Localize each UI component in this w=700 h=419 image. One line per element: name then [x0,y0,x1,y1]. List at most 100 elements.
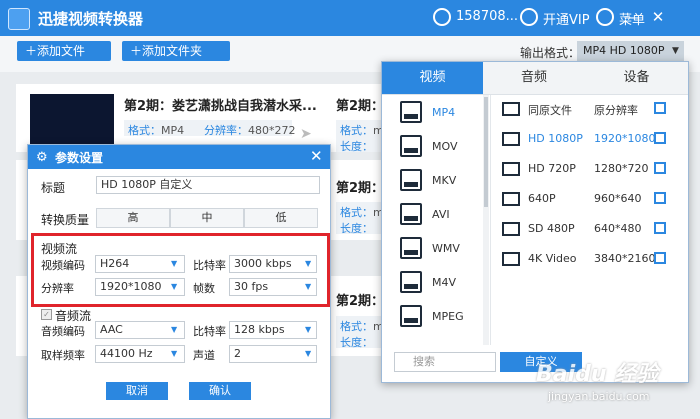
title-input[interactable]: HD 1080P 自定义 [96,176,320,194]
format-popup: 视频 音频 设备 MP4 MOV MKV AVI WMV M4V MPEG 同原… [381,61,689,383]
resolution-value: 1920*1080 [594,132,656,145]
confirm-button[interactable]: 确认 [189,382,251,400]
format-name: MPEG [432,310,464,323]
highlight-box [31,233,330,307]
scrollbar-thumb[interactable] [484,97,488,207]
resolution-name: HD 720P [528,162,576,175]
format-name: AVI [432,208,450,221]
video-file-icon [400,101,422,123]
edit-icon[interactable] [654,222,666,234]
resolution-name: HD 1080P [528,132,583,145]
channel-select[interactable]: 2 [229,345,317,363]
resolution-name: SD 480P [528,222,575,235]
video-file-icon [400,237,422,259]
quality-medium-button[interactable]: 中 [170,208,244,228]
channel-label: 声道 [193,349,215,362]
watermark: Baidu 经验 [536,362,659,387]
video-file-icon [400,169,422,191]
video-file-icon [400,271,422,293]
format-name: MKV [432,174,457,187]
film-icon [502,192,520,206]
edit-icon[interactable] [654,192,666,204]
format-name: WMV [432,242,460,255]
dialog-title: 参数设置 [55,151,104,165]
format-item-mov[interactable]: MOV [396,130,482,164]
format-name: M4V [432,276,457,289]
length-label: 长度： [340,222,373,235]
audio-stream-label: 音频流 [55,309,92,323]
resolution-name: 同原文件 [528,104,572,117]
audio-bitrate-select[interactable]: 128 kbps [229,321,317,339]
cart-icon[interactable] [520,8,538,26]
quality-label: 转换质量 [41,213,90,227]
format-item-mp4[interactable]: MP4 [396,96,482,130]
resolution-value: 原分辨率 [594,104,638,117]
video-thumbnail [30,94,114,148]
chevron-down-icon[interactable]: ▼ [305,325,311,334]
vip-button[interactable]: 开通VIP [543,9,590,28]
resolution-row[interactable]: 同原文件 原分辨率 [500,94,686,124]
resolution-row[interactable]: 640P 960*640 [500,184,686,214]
film-icon [502,252,520,266]
format-name: MP4 [432,106,456,119]
arrow-right-icon: ➤ [300,126,312,142]
app-logo-icon [8,8,30,30]
audio-bitrate-label: 比特率 [193,325,226,338]
film-icon [502,222,520,236]
film-icon [502,162,520,176]
file-title: 第2期：娄艺潇挑战自我潜水采... [124,99,317,114]
resolution-name: 640P [528,192,556,205]
app-title: 迅捷视频转换器 [38,10,144,28]
edit-icon[interactable] [654,102,666,114]
output-format-select[interactable]: MP4 HD 1080P [577,41,684,61]
format-item-avi[interactable]: AVI [396,198,482,232]
sample-rate-label: 取样频率 [41,349,85,362]
audio-stream-checkbox[interactable]: ✓ [41,309,52,320]
close-button[interactable]: ✕ [648,7,668,27]
resolution-label: 分辨率：480*272 [204,124,296,137]
format-item-mkv[interactable]: MKV [396,164,482,198]
dialog-close-button[interactable]: ✕ [310,147,323,165]
user-id[interactable]: 158708... [456,9,518,24]
resolution-row[interactable]: HD 1080P 1920*1080 [500,124,686,154]
quality-high-button[interactable]: 高 [96,208,170,228]
format-search-input[interactable]: 搜索 [394,352,496,372]
resolution-value: 640*480 [594,222,642,235]
format-item-wmv[interactable]: WMV [396,232,482,266]
tab-device[interactable]: 设备 [585,62,688,94]
watermark-url: jingyan.baidu.com [548,390,650,403]
menu-icon[interactable] [596,8,614,26]
quality-low-button[interactable]: 低 [244,208,318,228]
tab-audio[interactable]: 音频 [483,62,585,94]
minimize-button[interactable]: — [622,7,642,27]
cancel-button[interactable]: 取消 [106,382,168,400]
add-folder-button[interactable]: ＋添加文件夹 [122,41,230,61]
gear-icon: ⚙ [36,150,48,165]
chevron-down-icon[interactable]: ▼ [305,349,311,358]
tab-video[interactable]: 视频 [382,62,483,94]
chevron-down-icon[interactable]: ▼ [171,325,177,334]
edit-icon[interactable] [654,162,666,174]
format-item-mpeg[interactable]: MPEG [396,300,482,334]
video-file-icon [400,305,422,327]
edit-icon[interactable] [654,252,666,264]
length-label: 长度： [340,140,373,153]
film-icon [502,132,520,146]
format-item-m4v[interactable]: M4V [396,266,482,300]
video-file-icon [400,203,422,225]
resolution-value: 3840*2160 [594,252,656,265]
resolution-name: 4K Video [528,252,577,265]
resolution-value: 1280*720 [594,162,649,175]
chevron-down-icon[interactable]: ▼ [171,349,177,358]
resolution-row[interactable]: SD 480P 640*480 [500,214,686,244]
user-icon[interactable] [433,8,451,26]
edit-icon[interactable] [654,132,666,144]
output-format-label: 输出格式： [520,46,581,60]
format-label: 格式：MP4 [128,124,185,137]
title-label: 标题 [41,181,66,195]
chevron-down-icon[interactable]: ▼ [672,41,679,61]
resolution-row[interactable]: 4K Video 3840*2160 [500,244,686,274]
add-file-button[interactable]: ＋添加文件 [17,41,111,61]
resolution-row[interactable]: HD 720P 1280*720 [500,154,686,184]
resolution-value: 960*640 [594,192,642,205]
